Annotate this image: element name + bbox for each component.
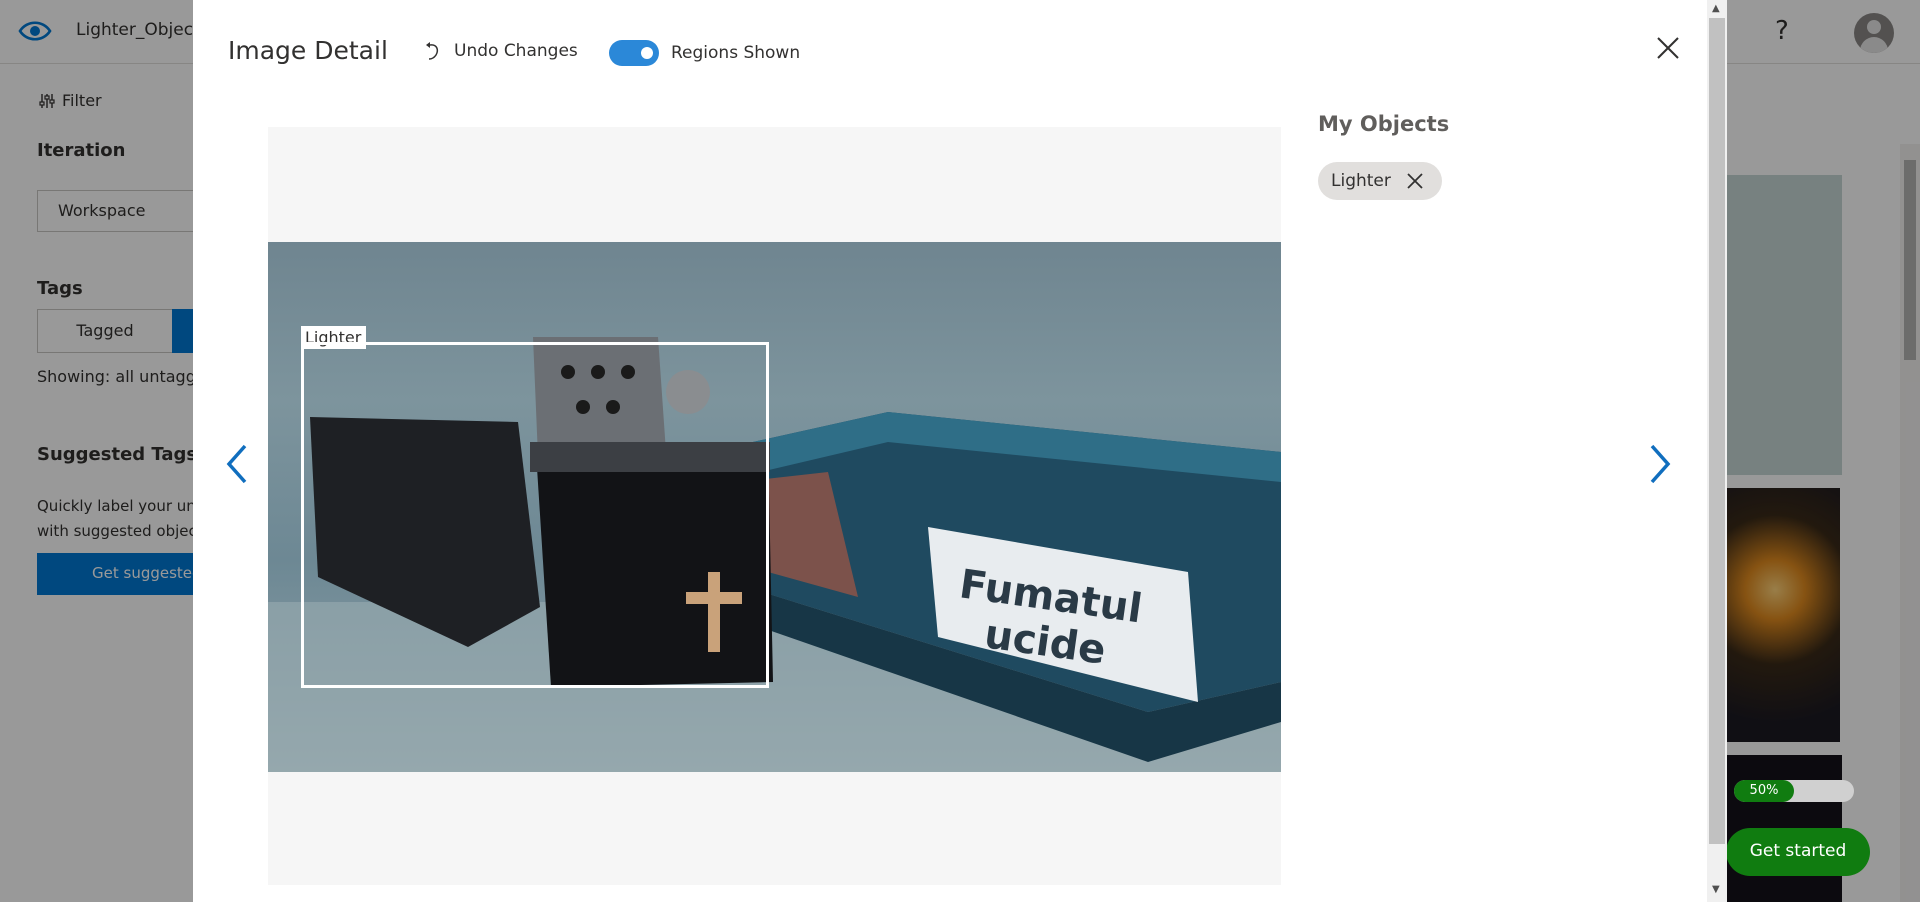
detail-image[interactable]: Fumatul ucide Lighter: [268, 242, 1281, 772]
undo-icon: [426, 42, 439, 60]
progress-bar: 50%: [1734, 780, 1854, 802]
progress-fill: 50%: [1734, 780, 1794, 802]
my-objects-heading: My Objects: [1318, 112, 1450, 136]
undo-label: Undo Changes: [454, 41, 578, 61]
scroll-up-icon[interactable]: ▲: [1712, 3, 1720, 14]
chevron-left-icon[interactable]: [223, 442, 251, 486]
dialog-scrollbar[interactable]: ▲ ▼: [1707, 0, 1727, 902]
regions-toggle-label: Regions Shown: [671, 43, 801, 63]
image-detail-dialog: Image Detail Undo Changes Regions Shown: [193, 0, 1727, 902]
get-started-button[interactable]: Get started: [1726, 828, 1870, 876]
image-canvas: Fumatul ucide Lighter: [268, 127, 1281, 885]
close-icon[interactable]: [1406, 172, 1424, 190]
dialog-title: Image Detail: [228, 36, 388, 65]
object-tag-label: Lighter: [1331, 171, 1391, 191]
object-tag-chip[interactable]: Lighter: [1318, 162, 1442, 200]
close-icon[interactable]: [1656, 36, 1680, 60]
chevron-right-icon[interactable]: [1646, 442, 1674, 486]
region-bounding-box[interactable]: [301, 342, 769, 688]
scroll-down-icon[interactable]: ▼: [1712, 884, 1720, 895]
regions-toggle[interactable]: [609, 40, 659, 66]
undo-changes-button[interactable]: Undo Changes: [424, 41, 578, 61]
